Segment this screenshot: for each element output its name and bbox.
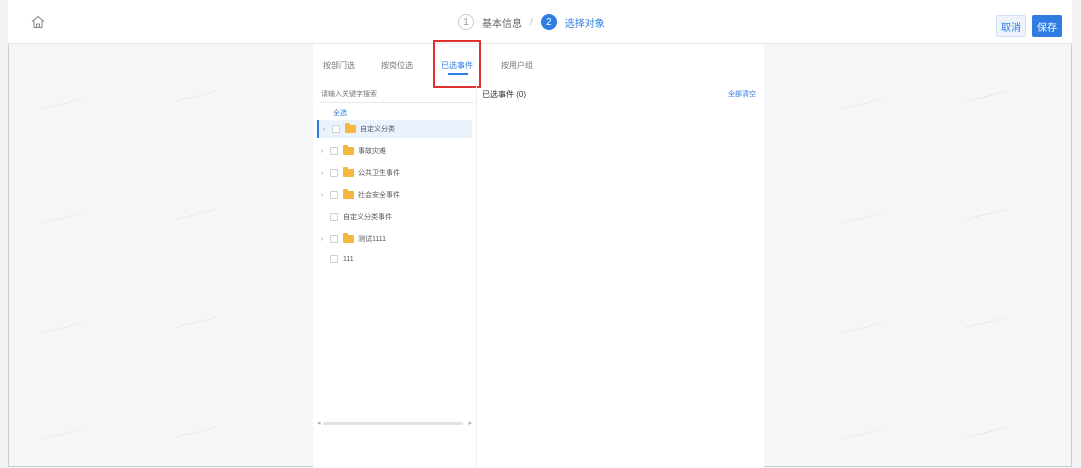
cancel-button[interactable]: 取消: [996, 15, 1026, 37]
tree-item[interactable]: › 测试1111: [317, 230, 472, 248]
step-1-number: 1: [458, 14, 474, 30]
folder-icon: [343, 233, 354, 243]
tree-item-label: 公共卫生事件: [358, 170, 400, 177]
tree-item[interactable]: › 社会安全事件: [317, 186, 472, 204]
tree-checkbox[interactable]: [332, 125, 340, 133]
scroll-right-icon[interactable]: ▸: [468, 419, 472, 427]
tree-item[interactable]: 自定义分类事件: [317, 208, 472, 226]
folder-icon: [343, 189, 354, 199]
step-indicator: 1 基本信息 / 2 选择对象: [458, 12, 605, 32]
tab-bar: 按部门选 按岗位选 已选事件 按用户组: [313, 40, 764, 88]
tree-item-label: 自定义分类: [360, 126, 395, 133]
top-bar: 1 基本信息 / 2 选择对象 取消 保存: [8, 0, 1072, 44]
search-input[interactable]: [319, 86, 475, 103]
scroll-left-icon[interactable]: ◂: [317, 419, 321, 427]
tree-item-label: 自定义分类事件: [343, 214, 392, 221]
expand-caret-icon[interactable]: ›: [317, 192, 327, 199]
tree-item-label: 111: [343, 255, 354, 263]
expand-caret-icon[interactable]: ›: [319, 126, 329, 133]
horizontal-scrollbar[interactable]: ◂ ▸: [317, 419, 472, 427]
tree-item-label: 测试1111: [358, 236, 387, 243]
tab-by-department[interactable]: 按部门选: [323, 60, 355, 71]
tree-checkbox[interactable]: [330, 147, 338, 155]
tree-checkbox[interactable]: [330, 169, 338, 177]
highlight-box: [433, 40, 481, 88]
expand-caret-icon[interactable]: ›: [317, 236, 327, 243]
folder-icon: [343, 145, 354, 155]
step-separator-icon: /: [530, 16, 533, 28]
tab-by-position[interactable]: 按岗位选: [381, 60, 413, 71]
tree-item-label: 社会安全事件: [358, 192, 400, 199]
tree-checkbox[interactable]: [330, 255, 338, 263]
step-2-number: 2: [540, 14, 557, 30]
clear-all-link[interactable]: 全部清空: [728, 89, 756, 99]
selected-count-title: 已选事件 (0): [482, 90, 526, 99]
tree-item[interactable]: › 自定义分类: [317, 120, 472, 138]
category-tree-pane: 全选 › 自定义分类 › 事故灾难 › 公共卫生事件 › 社会安全事件: [313, 84, 477, 468]
save-button[interactable]: 保存: [1032, 15, 1062, 37]
selected-events-pane: 已选事件 (0) 全部清空: [477, 84, 764, 468]
folder-icon: [343, 167, 354, 177]
tree-item[interactable]: 111: [317, 250, 472, 268]
tree-item[interactable]: › 公共卫生事件: [317, 164, 472, 182]
tree-item[interactable]: › 事故灾难: [317, 142, 472, 160]
expand-caret-icon[interactable]: ›: [317, 148, 327, 155]
folder-icon: [345, 123, 356, 133]
tree-checkbox[interactable]: [330, 213, 338, 221]
select-all-link[interactable]: 全选: [333, 108, 347, 118]
step-1-label: 基本信息: [482, 18, 522, 30]
selection-panel: 按部门选 按岗位选 已选事件 按用户组 全选 › 自定义分类 › 事故灾难 › …: [313, 40, 764, 468]
tree-checkbox[interactable]: [330, 191, 338, 199]
step-2-label: 选择对象: [564, 18, 605, 30]
tree-item-label: 事故灾难: [358, 148, 386, 155]
home-icon[interactable]: [30, 14, 46, 30]
scrollbar-track[interactable]: [323, 422, 463, 425]
tab-by-user-group[interactable]: 按用户组: [501, 60, 533, 71]
expand-caret-icon[interactable]: ›: [317, 170, 327, 177]
tree-checkbox[interactable]: [330, 235, 338, 243]
